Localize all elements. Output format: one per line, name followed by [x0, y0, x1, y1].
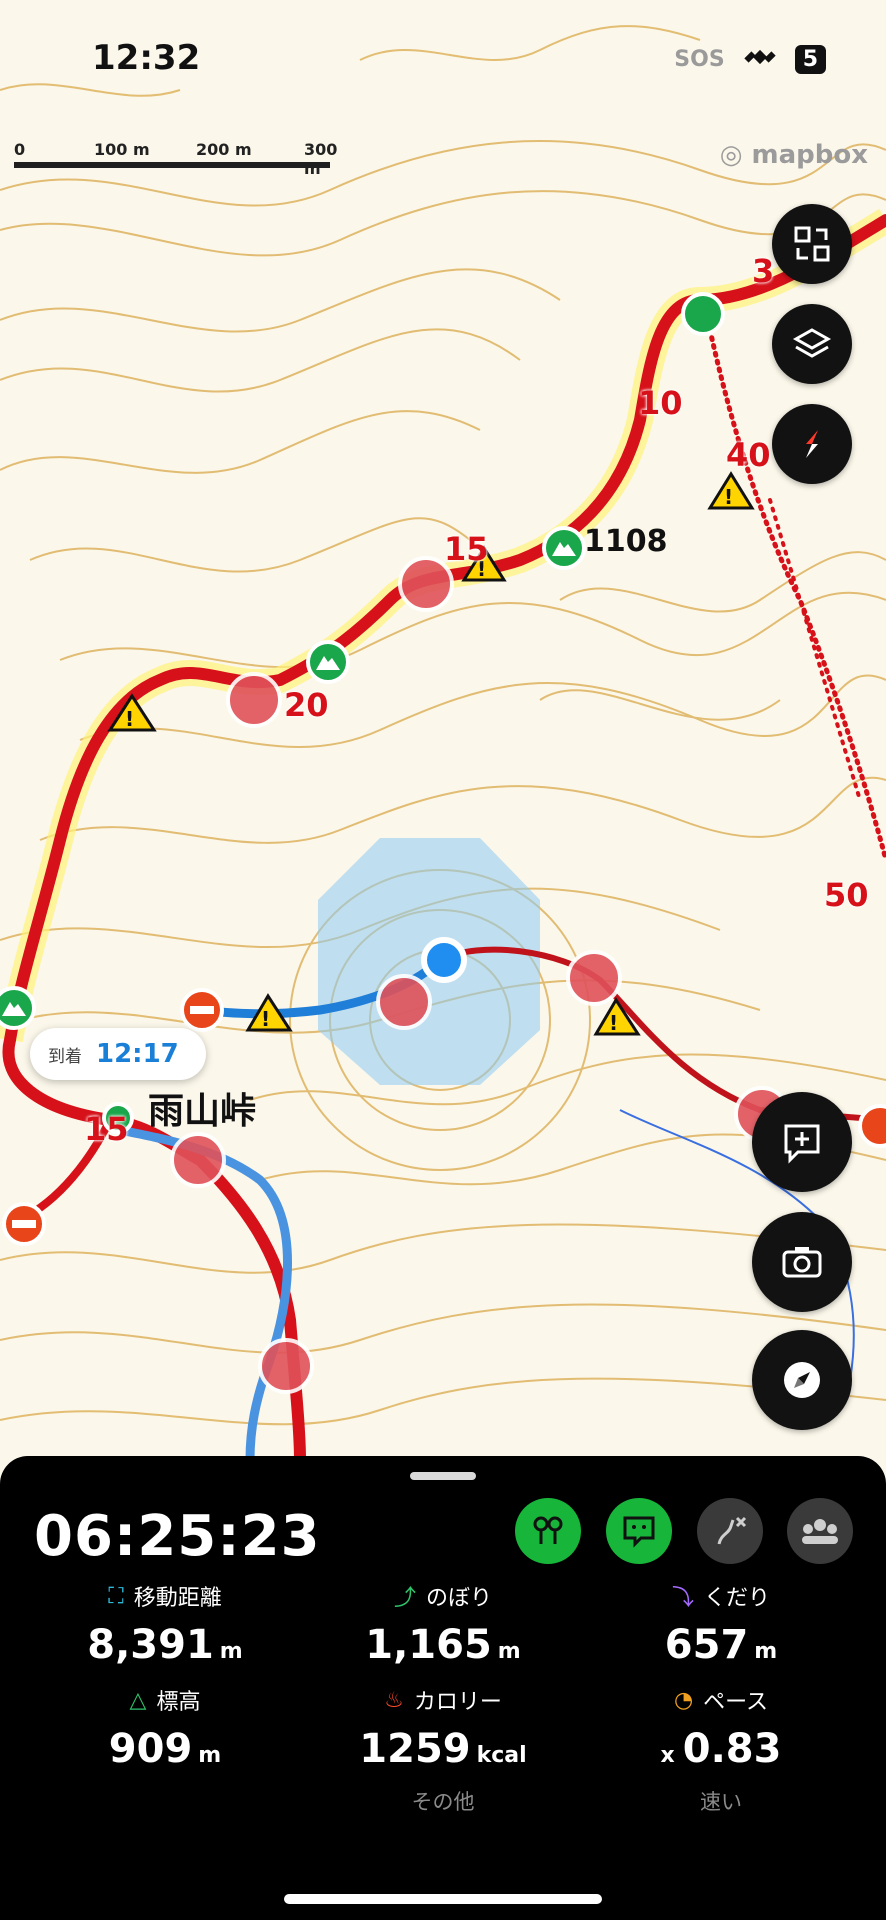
- scale-label: 0: [14, 140, 26, 159]
- battery-indicator: 5: [794, 44, 826, 74]
- stat-label: カロリー: [413, 1690, 502, 1715]
- distance-marker: 15: [84, 1110, 129, 1148]
- distance-marker: 10: [638, 384, 683, 422]
- recenter-button[interactable]: [752, 1330, 852, 1430]
- add-note-button[interactable]: [752, 1092, 852, 1192]
- stat-prefix: x: [660, 1743, 675, 1768]
- group-icon: [802, 1519, 838, 1544]
- svg-text:!: !: [609, 1011, 618, 1035]
- distance-marker: 50: [824, 876, 869, 914]
- topographic-map[interactable]: ! ! ! ! ! 3 10 15 20 40 50 15 1108 雨山峠: [0, 0, 886, 1466]
- camera-icon: [782, 1247, 822, 1278]
- stat-label: くだり: [704, 1586, 771, 1611]
- home-indicator[interactable]: [284, 1894, 602, 1904]
- message-icon: [623, 1516, 655, 1548]
- pace-icon: ◔: [673, 1687, 694, 1713]
- route-points-toggle[interactable]: [515, 1498, 581, 1564]
- group-toggle[interactable]: [787, 1498, 853, 1564]
- calorie-icon: ♨: [384, 1687, 404, 1713]
- current-location-dot: [421, 937, 467, 983]
- mapbox-attribution[interactable]: ◎ mapbox: [720, 140, 868, 170]
- mapbox-logo-icon: ◎: [719, 140, 752, 170]
- off-route-toggle[interactable]: [697, 1498, 763, 1564]
- status-time: 12:32: [92, 38, 201, 78]
- distance-marker: 15: [444, 530, 489, 568]
- stat-value: 0.83: [682, 1726, 782, 1772]
- stat-value: 8,391: [87, 1622, 214, 1668]
- add-note-icon: [784, 1124, 820, 1164]
- stat-ascent: ⤴ のぼり 1,165 m: [298, 1580, 588, 1668]
- attribution-text: mapbox: [751, 140, 869, 170]
- stat-label: のぼり: [426, 1586, 493, 1611]
- compass-icon: [806, 430, 818, 458]
- camera-button[interactable]: [752, 1212, 852, 1312]
- stat-value: 1259: [359, 1726, 471, 1772]
- place-name-label: 雨山峠: [148, 1091, 257, 1132]
- sos-indicator: SOS: [674, 46, 725, 72]
- pace-note: 速い: [700, 1790, 742, 1814]
- distance-icon: ⛶: [108, 1583, 124, 1609]
- stat-descent: ⤵ くだり 657 m: [576, 1580, 866, 1668]
- peak-elevation-label: 1108: [584, 524, 668, 559]
- scale-label: 200 m: [196, 140, 252, 159]
- arrival-bubble[interactable]: 到着 12:17: [30, 1028, 206, 1080]
- message-toggle[interactable]: [606, 1498, 672, 1564]
- stat-unit: m: [198, 1743, 222, 1768]
- ascent-icon: ⤴: [393, 1586, 416, 1611]
- svg-text:!: !: [724, 485, 733, 509]
- stat-label: 移動距離: [133, 1586, 222, 1611]
- layout-icon: [794, 226, 830, 262]
- distance-marker: 20: [284, 686, 329, 724]
- scale-label: 300 m: [304, 140, 338, 178]
- compass-button[interactable]: [772, 404, 852, 484]
- route-points-icon: [533, 1516, 563, 1544]
- layers-icon: [792, 328, 832, 358]
- svg-text:!: !: [125, 707, 134, 731]
- stat-value: 657: [664, 1622, 749, 1668]
- stat-calories: ♨ カロリー 1259 kcal: [298, 1684, 588, 1773]
- elevation-icon: △: [129, 1687, 147, 1713]
- recenter-icon: [784, 1362, 820, 1398]
- distance-marker: 40: [726, 436, 771, 474]
- layout-button[interactable]: [772, 204, 852, 284]
- status-indicators: SOS 5: [674, 40, 826, 78]
- panel-grabber[interactable]: [410, 1472, 476, 1480]
- descent-icon: ⤵: [671, 1586, 694, 1611]
- activity-panel: 06:25:23 ⛶ 移動距離 8,391 m ⤴ のぼり 1,165 m ⤵ くだり 6…: [0, 1456, 886, 1920]
- stat-value: 909: [108, 1726, 193, 1772]
- layers-button[interactable]: [772, 304, 852, 384]
- stat-unit: m: [219, 1639, 243, 1664]
- scale-line: [14, 162, 330, 168]
- stat-distance: ⛶ 移動距離 8,391 m: [20, 1580, 310, 1669]
- distance-marker: 3: [752, 252, 775, 290]
- off-route-icon: [717, 1516, 747, 1545]
- stat-label: 標高: [156, 1690, 201, 1715]
- calorie-note: その他: [411, 1790, 475, 1814]
- stat-pace: ◔ ペース x 0.83: [576, 1684, 866, 1773]
- scale-bar: 0 100 m 200 m 300 m: [14, 140, 337, 178]
- map-canvas: ! ! ! ! !: [0, 0, 886, 1466]
- stat-unit: m: [497, 1639, 521, 1664]
- stat-elevation: △ 標高 909 m: [20, 1684, 310, 1773]
- arrival-label: 到着: [48, 1046, 82, 1067]
- stat-unit: m: [754, 1639, 778, 1664]
- stat-label: ペース: [703, 1690, 769, 1715]
- svg-text:!: !: [261, 1007, 270, 1031]
- stat-unit: kcal: [476, 1743, 527, 1768]
- satellite-icon: [743, 40, 777, 78]
- elapsed-time: 06:25:23: [34, 1504, 321, 1569]
- arrival-time: 12:17: [96, 1039, 179, 1069]
- stat-value: 1,165: [365, 1622, 492, 1668]
- scale-label: 100 m: [94, 140, 150, 159]
